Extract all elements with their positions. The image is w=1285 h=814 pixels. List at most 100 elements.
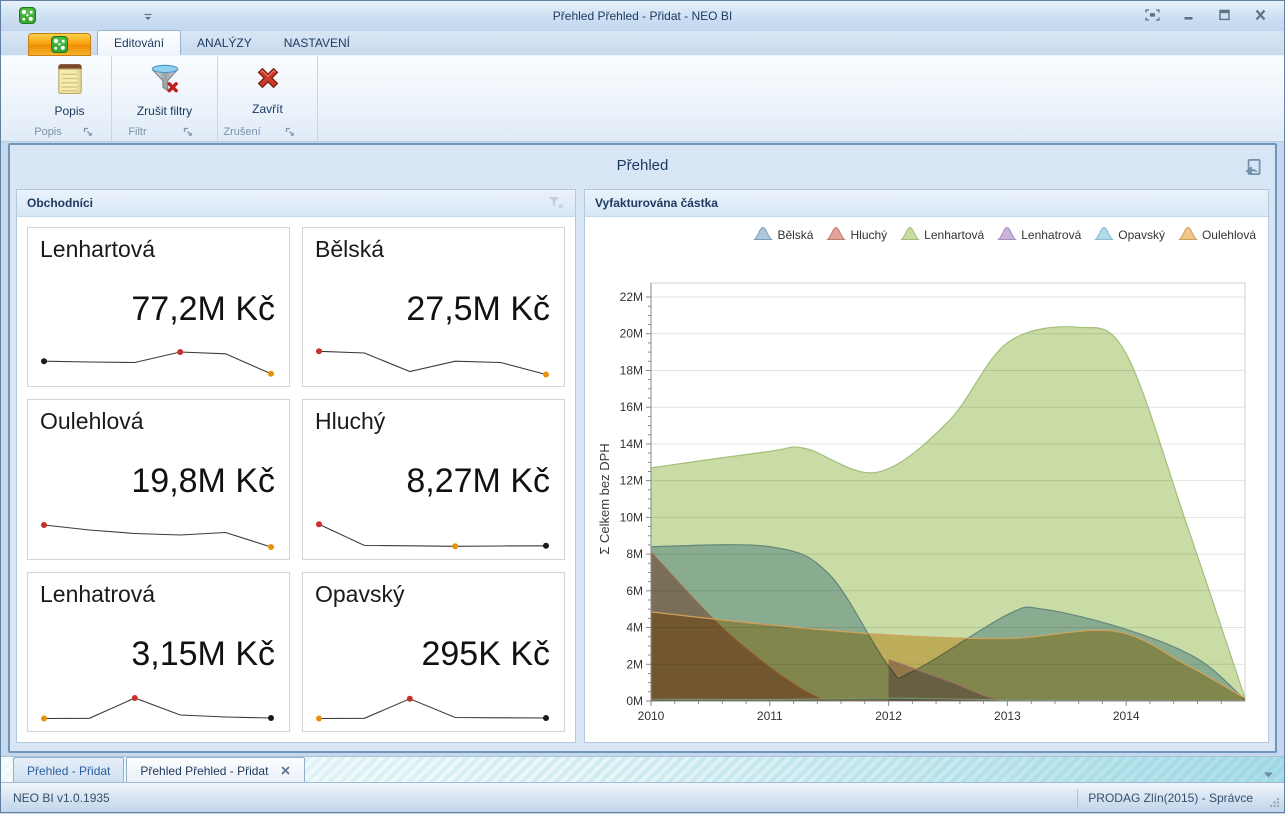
document-tab-label: Přehled - Přidat (27, 764, 110, 778)
kpi-sparkline (313, 519, 554, 553)
invoiced-panel-title: Vyfakturována částka (595, 196, 1260, 210)
ribbon-button-label: Popis (54, 104, 84, 118)
resize-grip[interactable] (1267, 795, 1281, 809)
kpi-sparkline (38, 519, 279, 553)
title-bar[interactable]: Přehled Přehled - Přidat - NEO BI (1, 1, 1284, 31)
legend-item[interactable]: Hluchý (826, 225, 887, 244)
kpi-card[interactable]: Oulehlová 19,8M Kč (27, 399, 290, 559)
group-dialog-launcher-button[interactable] (163, 127, 214, 138)
ribbon-group-caption: Zrušení (218, 123, 317, 141)
kpi-card[interactable]: Hluchý 8,27M Kč (302, 399, 565, 559)
application-menu-button[interactable] (28, 33, 91, 56)
kpi-card-name: Opavský (315, 581, 552, 608)
document-tab-strip: Přehled - Přidat Přehled Přehled - Přidat (1, 756, 1284, 782)
group-dialog-launcher-button[interactable] (68, 127, 108, 138)
zrušit-filtry-button[interactable]: Zrušit filtry (112, 56, 217, 122)
kpi-card-grid: Lenhartová77,2M Kč Bělská 27,5M Kč Oulehlov… (17, 217, 575, 742)
svg-text:0M: 0M (626, 694, 643, 708)
ribbon-tab-3[interactable]: NASTAVENÍ (268, 30, 366, 55)
group-dialog-launcher-button[interactable] (266, 127, 314, 138)
svg-text:8M: 8M (626, 547, 643, 561)
kpi-card-name: Hluchý (315, 408, 552, 435)
status-separator (1077, 789, 1078, 807)
app-icon[interactable] (19, 7, 36, 24)
ribbon: Popis Popis Zrušit filtry Filtr Zavřít Zrušen… (1, 56, 1284, 142)
export-button[interactable] (1241, 155, 1265, 179)
svg-text:4M: 4M (626, 621, 643, 635)
ribbon-group-caption-label: Filtr (112, 126, 163, 138)
area-series-marker-icon (1178, 225, 1198, 244)
kpi-card-value: 3,15M Kč (131, 635, 275, 674)
kpi-card-value: 19,8M Kč (131, 462, 275, 501)
document-tab-label: Přehled Přehled - Přidat (140, 764, 268, 778)
legend-label: Lenhatrová (1021, 228, 1081, 242)
kpi-card[interactable]: Lenhatrová 3,15M Kč (27, 572, 290, 732)
legend-item[interactable]: Oulehlová (1178, 225, 1256, 244)
ribbon-group-caption-label: Popis (28, 126, 68, 138)
tab-close-icon[interactable] (280, 765, 291, 776)
dashboard-panels: Obchodníci Lenhartová77,2M Kč Bělská 27,5M… (16, 189, 1269, 743)
window-controls (1142, 7, 1270, 23)
salespeople-panel-header: Obchodníci (17, 190, 575, 217)
document-tab-1[interactable]: Přehled - Přidat (13, 757, 124, 783)
legend-item[interactable]: Opavský (1094, 225, 1165, 244)
quick-access-dropdown-button[interactable] (141, 10, 155, 24)
svg-text:6M: 6M (626, 584, 643, 598)
kpi-card-name: Lenhatrová (40, 581, 277, 608)
document-title: Přehled (10, 145, 1275, 174)
minimize-button[interactable] (1178, 7, 1198, 23)
svg-text:20M: 20M (620, 327, 643, 341)
area-series-marker-icon (900, 225, 920, 244)
area-series-marker-icon (753, 225, 773, 244)
kpi-sparkline (38, 346, 279, 380)
ribbon-tab-row: EditováníANALÝZYNASTAVENÍ (1, 31, 1284, 56)
svg-text:22M: 22M (620, 290, 643, 304)
chart-legend: Bělská Hluchý Lenhartová Lenhatrová Opavský O… (753, 225, 1256, 244)
maximize-button[interactable] (1214, 7, 1234, 23)
svg-text:2M: 2M (626, 657, 643, 671)
zavřít-button[interactable]: Zavřít (218, 56, 317, 122)
document-tab-2[interactable]: Přehled Přehled - Přidat (126, 757, 305, 783)
document-area: Přehled Obchodníci Lenhartová77,2M KčBěl… (8, 143, 1277, 753)
legend-label: Lenhartová (924, 228, 984, 242)
document-tabs-dropdown-button[interactable] (1263, 766, 1274, 774)
ribbon-button-label: Zavřít (252, 102, 283, 116)
kpi-card[interactable]: Bělská 27,5M Kč (302, 227, 565, 387)
legend-item[interactable]: Lenhatrová (997, 225, 1081, 244)
kpi-card-value: 295K Kč (421, 635, 550, 674)
svg-text:12M: 12M (620, 474, 643, 488)
window-title: Přehled Přehled - Přidat - NEO BI (1, 9, 1284, 23)
svg-text:2014: 2014 (1113, 709, 1140, 723)
kpi-card-value: 8,27M Kč (406, 462, 550, 501)
ribbon-group: Popis Popis (28, 56, 112, 141)
kpi-card-name: Oulehlová (40, 408, 277, 435)
kpi-card-name: Lenhartová (40, 236, 277, 263)
kpi-card[interactable]: Lenhartová77,2M Kč (27, 227, 290, 387)
kpi-sparkline (38, 691, 279, 725)
kpi-card-value: 27,5M Kč (406, 290, 550, 329)
document-header: Přehled (10, 145, 1275, 187)
kpi-sparkline (313, 346, 554, 380)
ribbon-button-label: Zrušit filtry (137, 104, 192, 118)
svg-text:2012: 2012 (875, 709, 902, 723)
popis-button[interactable]: Popis (28, 56, 111, 122)
svg-text:2010: 2010 (638, 709, 665, 723)
fullscreen-button[interactable] (1142, 7, 1162, 23)
ribbon-tab-1[interactable]: Editování (97, 30, 181, 55)
svg-text:2011: 2011 (757, 709, 783, 723)
area-series-marker-icon (997, 225, 1017, 244)
legend-item[interactable]: Bělská (753, 225, 813, 244)
salespeople-panel-body: Lenhartová77,2M Kč Bělská 27,5M Kč Oulehlov… (17, 217, 575, 742)
filter-x-icon[interactable] (548, 196, 564, 210)
close-button[interactable] (1250, 7, 1270, 23)
legend-label: Bělská (777, 228, 813, 242)
ribbon-tabs: EditováníANALÝZYNASTAVENÍ (97, 30, 366, 55)
ribbon-tab-2[interactable]: ANALÝZY (181, 30, 268, 55)
kpi-card[interactable]: Opavský 295K Kč (302, 572, 565, 732)
invoiced-area-chart: 0M2M4M6M8M10M12M14M16M18M20M22M201020112… (593, 261, 1262, 740)
salespeople-panel-title: Obchodníci (27, 196, 548, 210)
kpi-card-name: Bělská (315, 236, 552, 263)
legend-label: Oulehlová (1202, 228, 1256, 242)
app-version-label: NEO BI v1.0.1935 (1, 791, 1077, 805)
legend-item[interactable]: Lenhartová (900, 225, 984, 244)
